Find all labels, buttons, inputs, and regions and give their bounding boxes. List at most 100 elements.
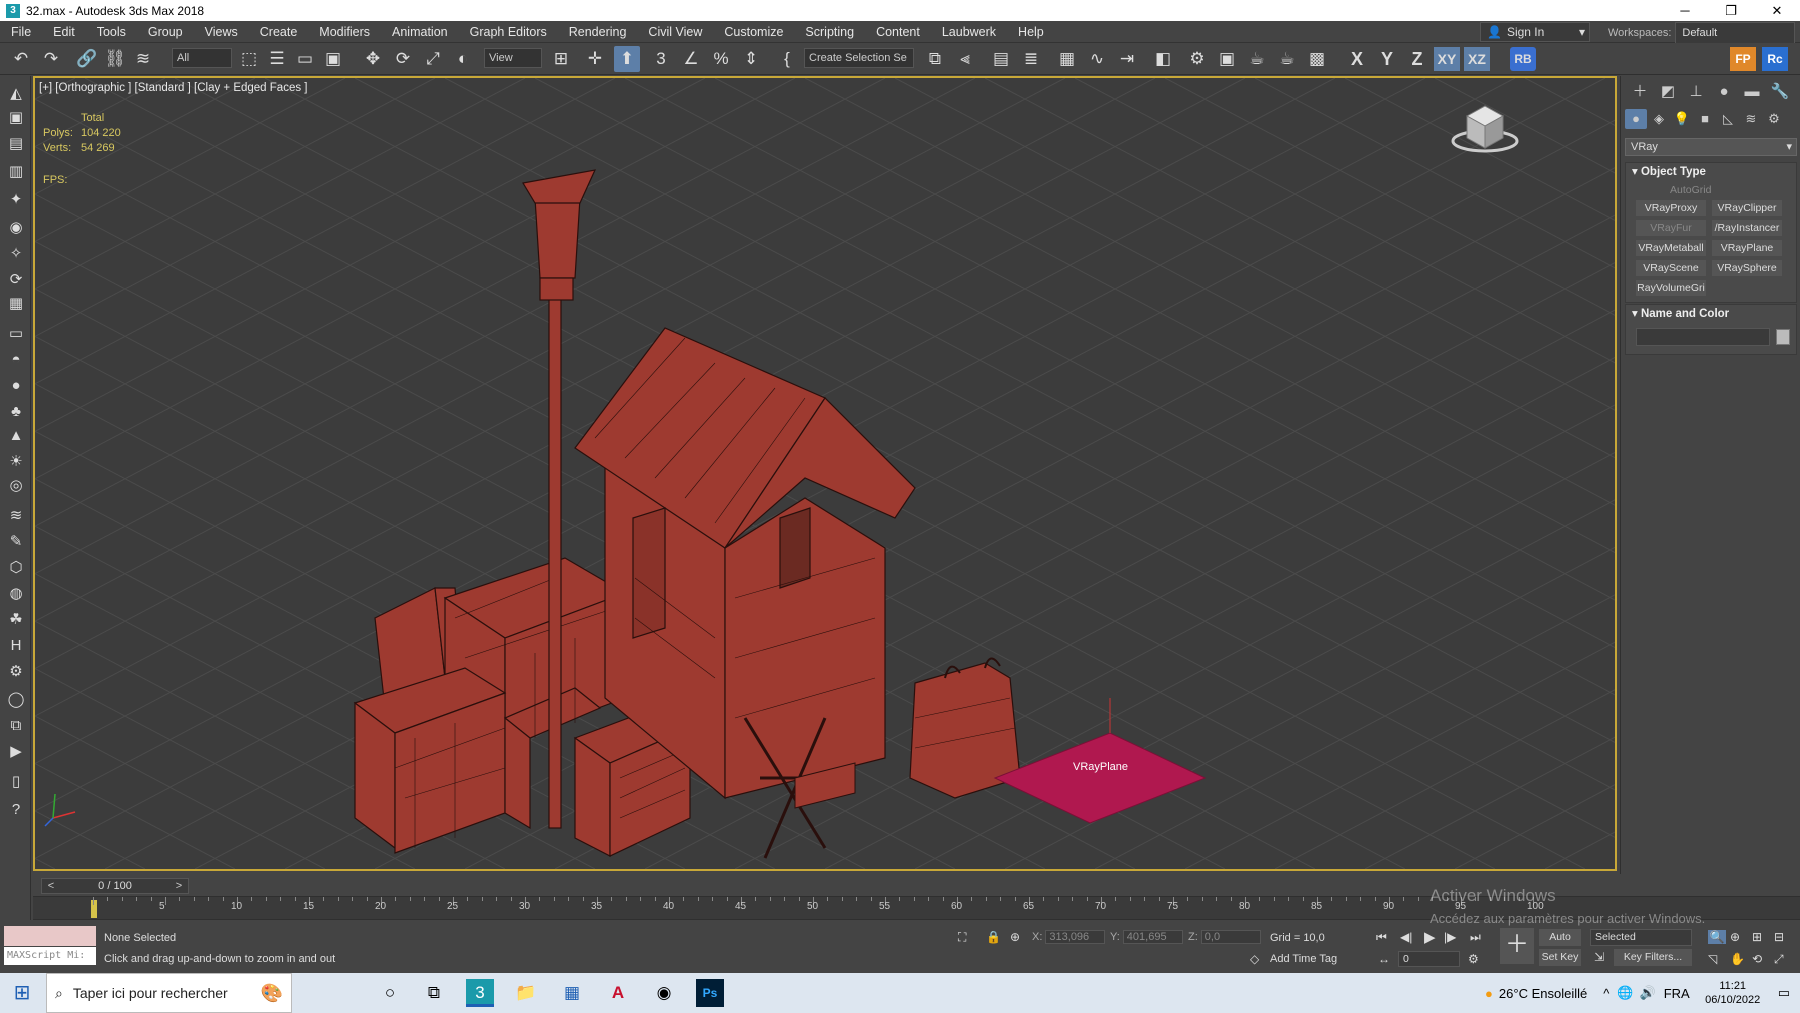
rotate-view-icon[interactable]: ⟳ (5, 268, 27, 290)
material-editor-icon[interactable]: ◧ (1150, 46, 1176, 72)
render-production-icon[interactable]: ☕ (1244, 46, 1270, 72)
box-icon[interactable]: ▭ (5, 322, 27, 344)
cortana-icon[interactable]: ○ (376, 979, 404, 1007)
rc-button[interactable]: Rc (1762, 47, 1788, 71)
dome-icon[interactable]: ◓ (5, 348, 27, 370)
menu-customize[interactable]: Customize (713, 21, 794, 43)
viewport-orthographic[interactable]: VRayPlane [+] [Orthographic ] [Standard … (33, 76, 1617, 871)
set-key-button[interactable]: Set Key (1539, 949, 1581, 966)
key-mode-select[interactable]: Selected (1590, 929, 1692, 946)
name-color-header[interactable]: Name and Color (1626, 305, 1796, 324)
sphere-icon[interactable]: ● (5, 374, 27, 396)
x-coordinate-field[interactable]: 313,096 (1045, 930, 1106, 944)
doc-icon[interactable]: ▯ (5, 770, 27, 792)
time-slider[interactable]: < 0 / 100 > (41, 878, 189, 894)
sun-icon[interactable]: ☀ (5, 450, 27, 472)
photoshop-icon[interactable]: Ps (696, 979, 724, 1007)
menu-edit[interactable]: Edit (42, 21, 86, 43)
axis-y-button[interactable]: Y (1374, 47, 1400, 71)
add-time-tag[interactable]: Add Time Tag (1270, 953, 1337, 965)
time-configuration-icon[interactable]: ⚙ (1468, 952, 1479, 966)
rectangular-selection-icon[interactable]: ▭ (292, 46, 318, 72)
menu-laubwerk[interactable]: Laubwerk (931, 21, 1007, 43)
sphere2-icon[interactable]: ◯ (5, 688, 27, 710)
go-to-end-icon[interactable]: ⏭ (1470, 930, 1481, 945)
category-select[interactable]: VRay (1625, 138, 1797, 156)
select-manipulate-icon[interactable]: ✛ (582, 46, 608, 72)
bind-space-warp-icon[interactable]: ≋ (130, 46, 156, 72)
tray-chevron-icon[interactable]: ^ (1603, 986, 1609, 1001)
helper-icon[interactable]: ✧ (5, 242, 27, 264)
select-object-icon[interactable]: ⬚ (236, 46, 262, 72)
lights-icon[interactable]: 💡 (1671, 109, 1693, 129)
percent-snap-icon[interactable]: % (708, 46, 734, 72)
render-iterative-icon[interactable]: ▩ (1304, 46, 1330, 72)
autogrid-checkbox[interactable]: AutoGrid (1626, 182, 1796, 198)
time-tag-icon[interactable]: ◇ (1250, 952, 1259, 966)
volume-icon[interactable]: 🔊 (1640, 985, 1656, 1001)
mirror-icon[interactable]: ⧉ (922, 46, 948, 72)
curve-editor-icon[interactable]: ∿ (1084, 46, 1110, 72)
default-in-out-tangents-icon[interactable]: ⇲ (1594, 950, 1604, 964)
3dsmax-taskbar-icon[interactable]: 3 (466, 979, 494, 1007)
create-tab-icon[interactable]: ＋ (1627, 82, 1653, 102)
media-icon[interactable]: ▶ (5, 740, 27, 762)
menu-views[interactable]: Views (194, 21, 249, 43)
redo-icon[interactable]: ↷ (38, 46, 64, 72)
align-icon[interactable]: ⫷ (952, 46, 978, 72)
file-explorer-icon[interactable]: 📁 (512, 979, 540, 1007)
utilities-tab-icon[interactable]: 🔧 (1767, 82, 1793, 102)
gear-icon[interactable]: ⚙ (5, 660, 27, 682)
object-name-input[interactable] (1636, 328, 1770, 346)
field-of-view-icon[interactable]: ◹ (1708, 952, 1717, 966)
windows-start-icon[interactable]: ⊞ (8, 979, 36, 1007)
lights-icon[interactable]: ✦ (5, 188, 27, 210)
toggle-ribbon-icon[interactable]: ▦ (1054, 46, 1080, 72)
object-type-button[interactable]: VRayClipper (1712, 200, 1782, 216)
selection-filter-select[interactable]: All (172, 48, 232, 68)
help-icon[interactable]: ? (5, 798, 27, 820)
space-warps-icon[interactable]: ≋ (1740, 109, 1762, 129)
schematic-view-icon[interactable]: ⇥ (1114, 46, 1140, 72)
paint-icon[interactable]: ✎ (5, 530, 27, 552)
time-config-icon[interactable]: ↔ (1378, 952, 1390, 966)
rb-button[interactable]: RB (1510, 47, 1536, 71)
keyboard-shortcut-override-icon[interactable]: ⬆ (614, 46, 640, 72)
torus-icon[interactable]: ◎ (5, 474, 27, 496)
render-setup-icon[interactable]: ⚙ (1184, 46, 1210, 72)
display-tab-icon[interactable]: ▬ (1739, 82, 1765, 102)
rotate-icon[interactable]: ⟳ (390, 46, 416, 72)
menu-modifiers[interactable]: Modifiers (308, 21, 381, 43)
scene-icon[interactable]: ▥ (5, 160, 27, 182)
plant-icon[interactable]: ☘ (5, 608, 27, 630)
systems-icon[interactable]: ⚙ (1763, 109, 1785, 129)
object-type-button[interactable]: RayVolumeGri (1636, 280, 1706, 296)
set-key-big-button[interactable]: ＋ (1500, 928, 1534, 964)
chrome-icon[interactable]: ◉ (650, 979, 678, 1007)
reference-coordinate-select[interactable]: View (484, 48, 542, 68)
auto-key-button[interactable]: Auto Key (1539, 929, 1581, 960)
isolate-selection-icon[interactable]: ⛶ (958, 930, 966, 945)
object-type-button[interactable]: VRayPlane (1712, 240, 1782, 256)
object-color-swatch[interactable] (1776, 329, 1790, 345)
axis-xy-button[interactable]: XY (1434, 47, 1460, 71)
select-by-name-icon[interactable]: ☰ (264, 46, 290, 72)
render-active-icon[interactable]: ☕ (1274, 46, 1300, 72)
cone-icon[interactable]: ▲ (5, 424, 27, 446)
snaps-toggle-icon[interactable]: 3 (648, 46, 674, 72)
link-icon[interactable]: 🔗 (74, 46, 100, 72)
menu-content[interactable]: Content (865, 21, 931, 43)
object-type-button[interactable]: VRayMetaball (1636, 240, 1706, 256)
fp-button[interactable]: FP (1730, 47, 1756, 71)
zoom-extents-icon[interactable]: ⊞ (1752, 930, 1762, 944)
mesh-icon[interactable]: ⬡ (5, 556, 27, 578)
scale-icon[interactable]: ⤢ (420, 46, 446, 72)
orbit-icon[interactable]: ⟲ (1752, 952, 1762, 966)
script-icon[interactable]: ⧉ (5, 714, 27, 736)
maximize-button[interactable]: ❐ (1708, 0, 1754, 21)
language-indicator[interactable]: FRA (1664, 986, 1690, 1001)
object-type-button[interactable]: VRayFur (1636, 220, 1706, 236)
globe-icon[interactable]: ◍ (5, 582, 27, 604)
previous-frame-icon[interactable]: ◀| (1400, 930, 1412, 944)
sign-in-dropdown[interactable]: 👤 Sign In ▾ (1480, 22, 1590, 42)
